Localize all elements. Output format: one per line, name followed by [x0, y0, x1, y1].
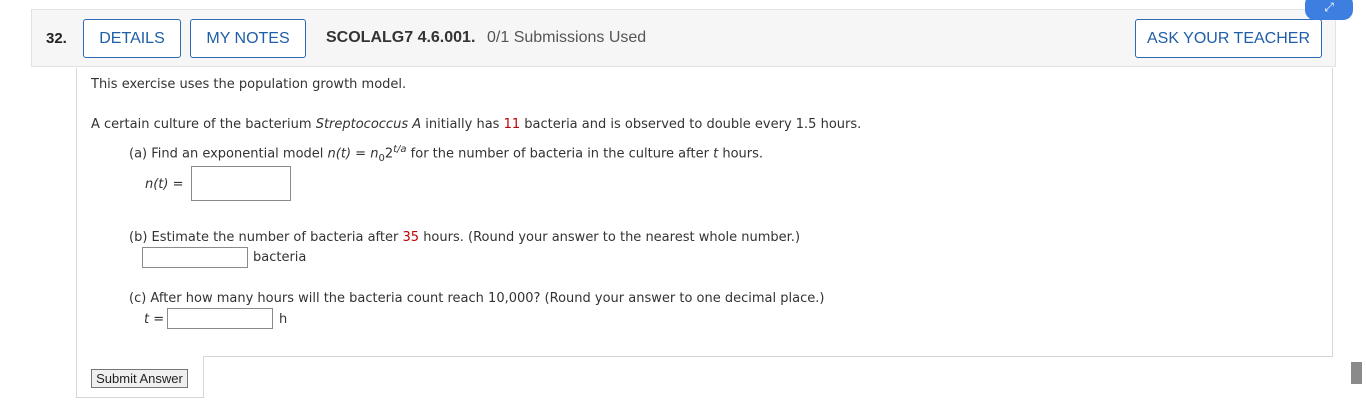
part-c-prompt: (c) After how many hours will the bacter… [129, 291, 825, 306]
details-button[interactable]: DETAILS [83, 19, 181, 58]
part-a-label: n(t) = [145, 177, 184, 192]
part-b-unit: bacteria [253, 250, 307, 265]
submissions-status: 0/1 Submissions Used [487, 29, 647, 46]
part-c-answer-input[interactable] [167, 308, 273, 329]
intro-text: This exercise uses the population growth… [91, 77, 407, 92]
problem-statement: A certain culture of the bacterium Strep… [91, 117, 862, 132]
expand-icon[interactable]: ⤢ [1305, 0, 1353, 20]
part-c-unit: h [279, 312, 288, 327]
question-number: 32. [46, 30, 67, 47]
initial-count: 11 [503, 117, 521, 132]
ask-your-teacher-button[interactable]: ASK YOUR TEACHER [1135, 19, 1322, 58]
my-notes-button[interactable]: MY NOTES [190, 19, 306, 58]
part-a-prompt: (a) Find an exponential model n(t) = n02… [129, 144, 764, 164]
question-id: SCOLALG7 4.6.001. [326, 29, 476, 46]
part-b-answer-input[interactable] [142, 247, 248, 268]
submit-answer-button[interactable]: Submit Answer [91, 369, 188, 388]
part-b-prompt: (b) Estimate the number of bacteria afte… [129, 230, 801, 245]
elapsed-hours: 35 [402, 230, 420, 245]
part-a-answer-input[interactable] [191, 166, 291, 201]
scrollbar-thumb[interactable] [1351, 362, 1362, 384]
part-c-label: t = [144, 312, 165, 327]
